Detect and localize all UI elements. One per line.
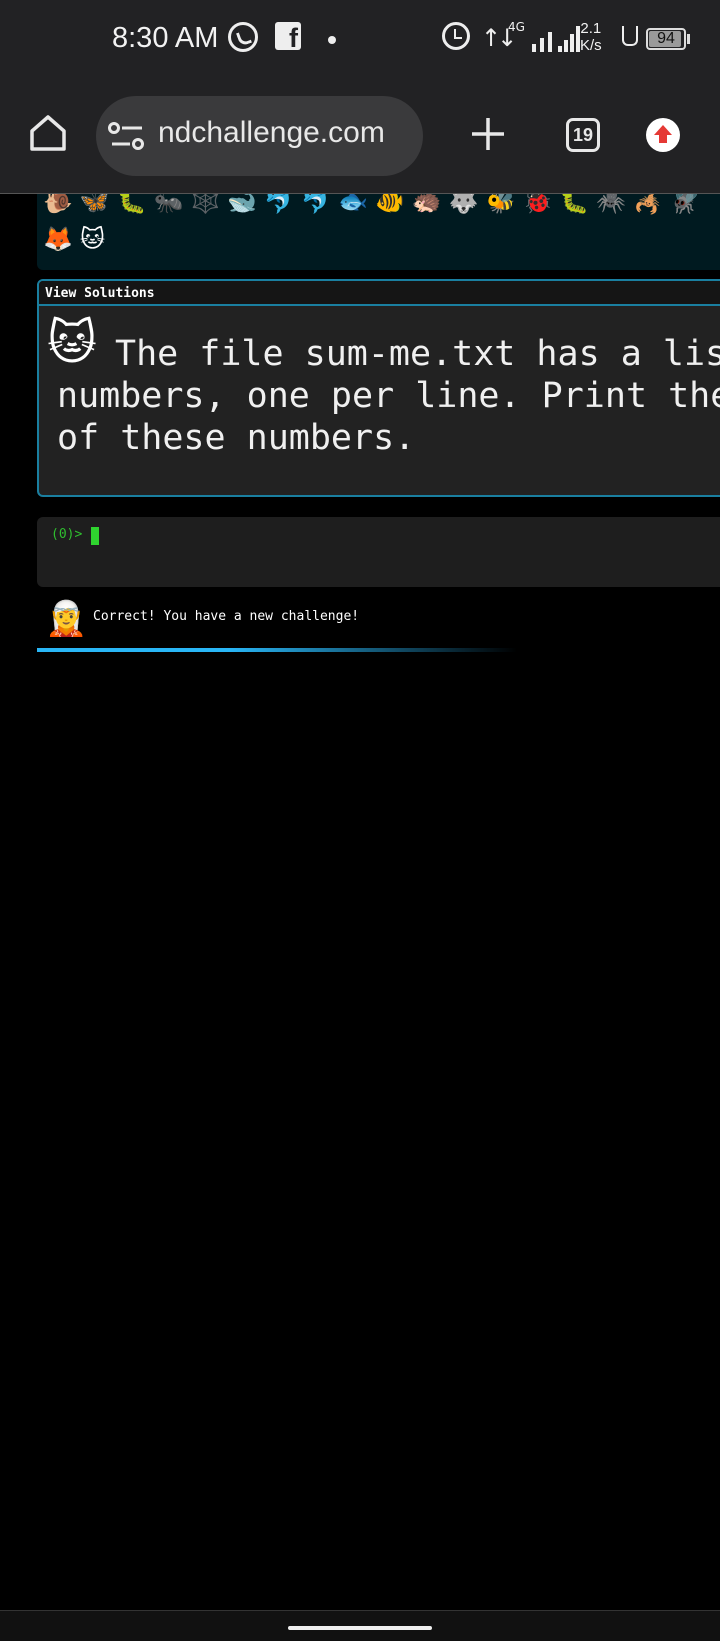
signal-icon	[510, 24, 580, 52]
plus-icon[interactable]	[468, 114, 508, 154]
elf-icon: 🧝	[45, 599, 88, 639]
emoji-row-2: 🦊🐱	[43, 225, 112, 253]
status-time: 8:30 AM	[112, 22, 219, 54]
update-arrow-icon[interactable]	[646, 118, 680, 152]
status-bar: 8:30 AM ↑↓ 4G 2.1 K/s 94	[0, 0, 720, 80]
url-text[interactable]: ndchallenge.com	[158, 116, 418, 150]
view-solutions-link[interactable]: View Solutions	[39, 281, 720, 306]
notification-dot-icon	[328, 36, 336, 44]
tab-switcher-icon[interactable]: 19	[566, 118, 600, 152]
terminal-prompt: (0)>	[51, 527, 83, 542]
flask-icon	[622, 26, 638, 46]
battery-percent: 94	[657, 30, 675, 47]
site-info-icon[interactable]	[108, 122, 146, 152]
terminal-cursor	[91, 527, 99, 545]
status-message-text: Correct! You have a new challenge!	[93, 609, 360, 624]
whatsapp-icon	[228, 22, 258, 52]
home-icon[interactable]	[28, 113, 68, 153]
alarm-icon	[442, 22, 470, 50]
network-speed: 2.1 K/s	[580, 20, 602, 54]
page-content: 🐌🦋🐛🐜🕸️🐋🐬🐬🐟🐠🦔🐺🐝🐞🐛🕷️🦂🪰 🦊🐱 View Solutions 🐱…	[0, 194, 720, 1610]
progress-fill	[37, 648, 517, 652]
progress-bar	[37, 648, 537, 652]
browser-toolbar: ndchallenge.com 19	[0, 80, 720, 194]
network-speed-value: 2.1	[580, 20, 602, 37]
animal-emoji-panel: 🐌🦋🐛🐜🕸️🐋🐬🐬🐟🐠🦔🐺🐝🐞🐛🕷️🦂🪰 🦊🐱	[37, 194, 720, 270]
challenge-text: The file sum-me.txt has a list of number…	[57, 334, 720, 458]
battery-tip	[687, 34, 690, 44]
url-bar[interactable]: ndchallenge.com	[96, 96, 423, 176]
facebook-icon	[275, 22, 301, 54]
network-speed-unit: K/s	[580, 37, 602, 54]
home-gesture-handle[interactable]	[288, 1626, 432, 1630]
battery-icon: 94	[646, 28, 686, 50]
terminal-input[interactable]: (0)>	[37, 517, 720, 587]
challenge-card: View Solutions 🐱 The file sum-me.txt has…	[37, 279, 720, 497]
system-nav-bar	[0, 1610, 720, 1641]
emoji-row-1: 🐌🦋🐛🐜🕸️🐋🐬🐬🐟🐠🦔🐺🐝🐞🐛🕷️🦂🪰	[43, 194, 707, 215]
